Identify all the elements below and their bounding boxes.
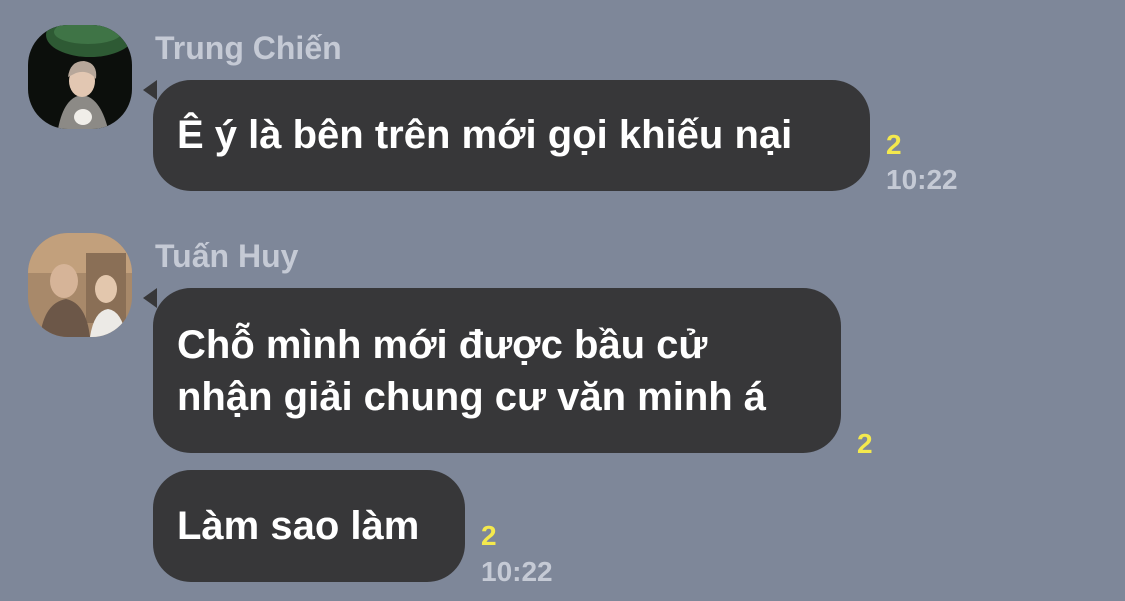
message-text-line: nhận giải chung cư văn minh á [177,375,767,419]
unread-count: 2 [886,129,902,160]
sender-name: Tuấn Huy [155,238,299,274]
message-text: Làm sao làm [177,504,420,548]
message-bubble[interactable]: Làm sao làm [153,470,465,582]
avatar-trung-chien[interactable] [28,25,132,129]
bubble-tail [143,80,157,100]
message-time: 10:22 [886,164,958,195]
sender-name: Trung Chiến [155,30,342,66]
message-bubble[interactable]: Chỗ mình mới được bầu cử nhận giải chung… [153,288,841,453]
message-text-line: Chỗ mình mới được bầu cử [177,323,708,367]
bubble-tail [143,288,157,308]
message-time: 10:22 [481,556,553,587]
message-text: Ê ý là bên trên mới gọi khiếu nại [177,113,793,157]
unread-count: 2 [857,428,873,459]
avatar-tuan-huy[interactable] [28,233,132,337]
unread-count: 2 [481,520,497,551]
message-bubble[interactable]: Ê ý là bên trên mới gọi khiếu nại [153,80,870,191]
